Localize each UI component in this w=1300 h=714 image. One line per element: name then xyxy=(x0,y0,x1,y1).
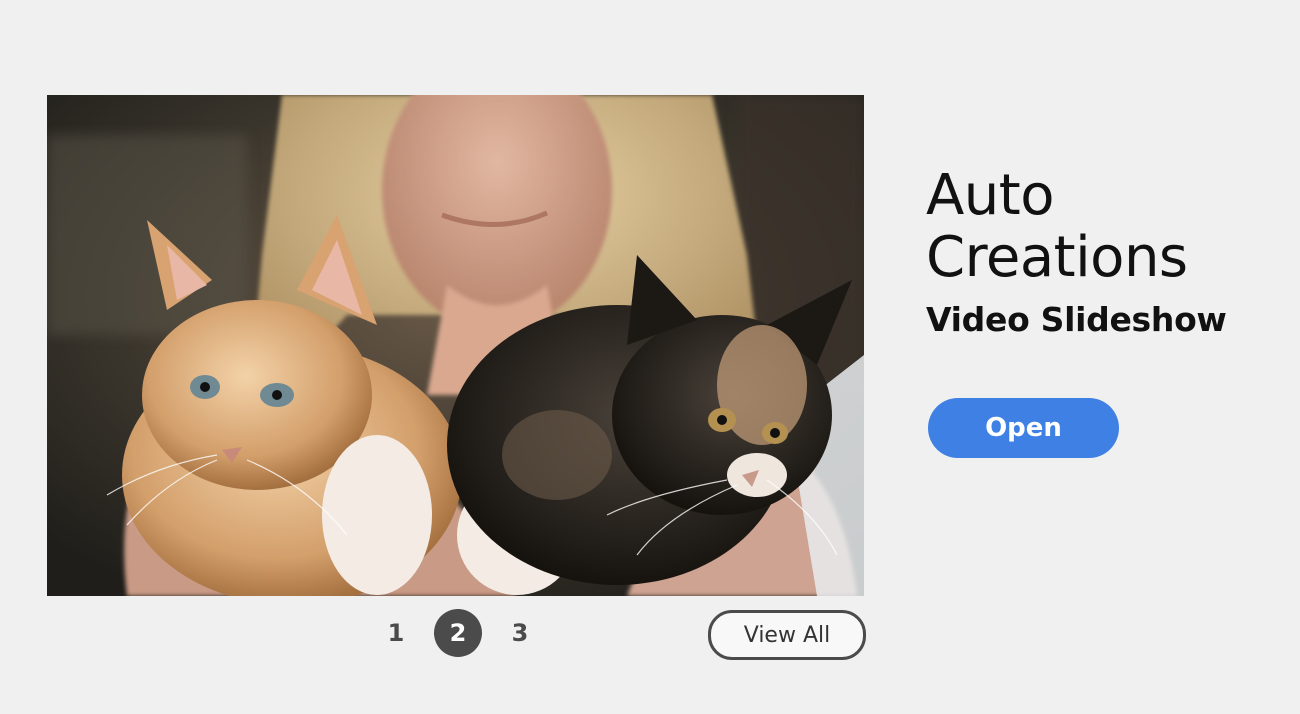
view-all-button[interactable]: View All xyxy=(708,610,866,660)
creation-type-label: Video Slideshow xyxy=(926,300,1227,339)
page-1-button[interactable]: 1 xyxy=(372,609,420,657)
slide-pager: 1 2 3 xyxy=(372,608,544,658)
open-button[interactable]: Open xyxy=(928,398,1119,458)
page-2-button[interactable]: 2 xyxy=(434,609,482,657)
creation-title: Auto Creations xyxy=(926,163,1188,290)
page-3-button[interactable]: 3 xyxy=(496,609,544,657)
kittens-illustration xyxy=(47,95,864,596)
hero-image xyxy=(47,95,864,596)
creation-info-panel: Auto Creations Video Slideshow xyxy=(926,165,1286,343)
